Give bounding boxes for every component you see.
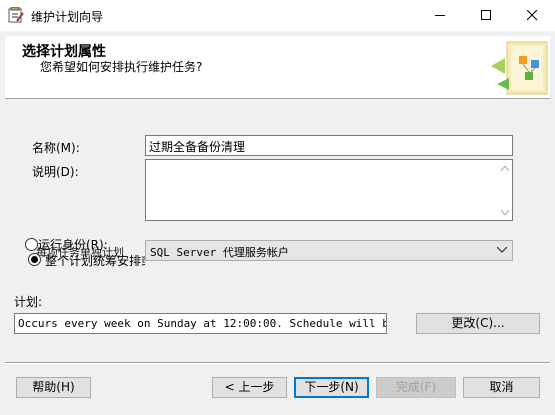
name-label: 名称(M): bbox=[32, 141, 80, 155]
window-title: 维护计划向导 bbox=[31, 10, 104, 24]
name-input[interactable]: 过期全备备份清理 bbox=[145, 135, 513, 156]
radio-selected-dot bbox=[31, 256, 38, 263]
title-bar: 维护计划向导 bbox=[0, 0, 555, 31]
wizard-banner-icon bbox=[489, 38, 549, 98]
maximize-button[interactable] bbox=[463, 0, 509, 31]
close-icon bbox=[527, 10, 538, 21]
wizard-header: 选择计划属性 您希望如何安排执行维护任务? bbox=[5, 36, 550, 99]
back-button[interactable]: < 上一步 bbox=[212, 377, 287, 398]
close-button[interactable] bbox=[509, 0, 555, 31]
maximize-icon bbox=[481, 10, 491, 20]
radio-single-label: 整个计划统筹安排或无计划 bbox=[45, 254, 145, 268]
schedule-description: Occurs every week on Sunday at 12:00:00.… bbox=[14, 313, 387, 334]
description-label: 说明(D): bbox=[32, 165, 79, 179]
help-button[interactable]: 帮助(H) bbox=[16, 377, 91, 398]
schedule-label: 计划: bbox=[14, 295, 43, 309]
description-textarea[interactable] bbox=[145, 159, 513, 221]
minimize-icon bbox=[435, 15, 445, 16]
chevron-down-icon bbox=[497, 247, 507, 253]
scroll-down-icon bbox=[501, 210, 509, 215]
description-scrollbar[interactable] bbox=[497, 160, 512, 220]
run-as-select[interactable]: SQL Server 代理服务帐户 bbox=[145, 240, 513, 261]
radio-single-schedule[interactable] bbox=[28, 253, 41, 266]
minimize-button[interactable] bbox=[417, 0, 463, 31]
page-subtitle: 您希望如何安排执行维护任务? bbox=[40, 60, 203, 74]
change-schedule-button[interactable]: 更改(C)... bbox=[416, 313, 540, 334]
finish-button[interactable]: 完成(F) bbox=[376, 377, 456, 398]
scroll-up-icon bbox=[501, 166, 509, 171]
cancel-button[interactable]: 取消 bbox=[463, 377, 540, 398]
next-button[interactable]: 下一步(N) bbox=[294, 377, 369, 398]
wizard-app-icon bbox=[8, 6, 24, 23]
run-as-selected-value: SQL Server 代理服务帐户 bbox=[150, 246, 289, 259]
